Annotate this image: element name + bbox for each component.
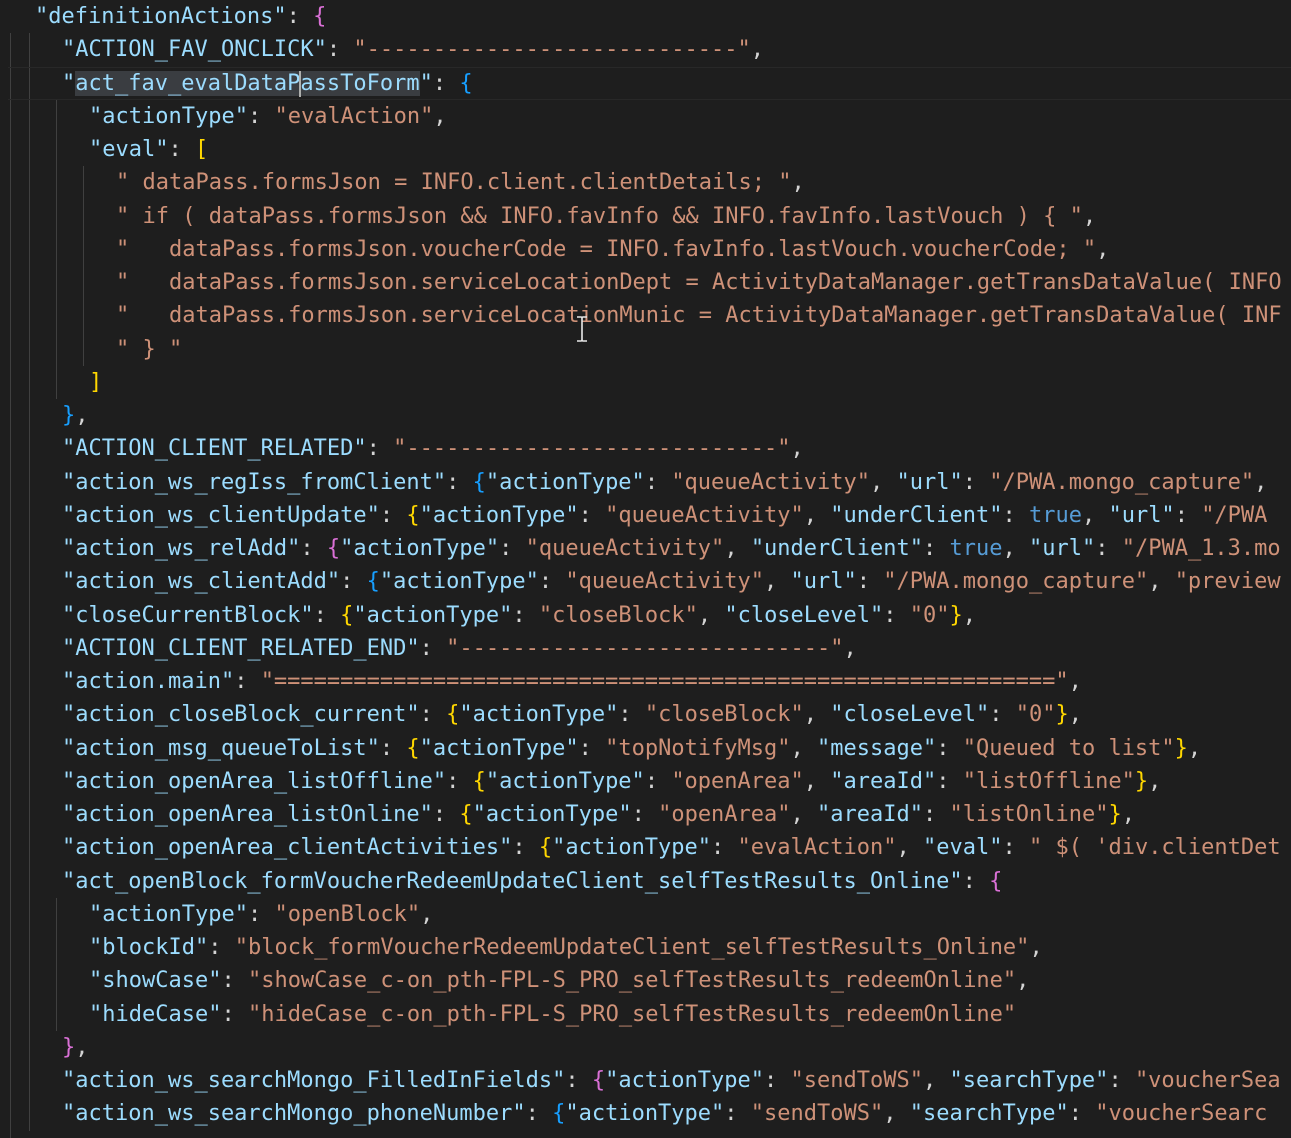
code-line[interactable]: " } " bbox=[116, 333, 182, 366]
code-line[interactable]: }, bbox=[62, 1031, 89, 1064]
code-line[interactable]: "closeCurrentBlock": {"actionType": "clo… bbox=[62, 599, 976, 632]
code-line[interactable]: ] bbox=[89, 366, 102, 399]
indent-guide bbox=[56, 99, 57, 399]
text-cursor-icon bbox=[577, 316, 587, 342]
code-line[interactable]: "action.main": "========================… bbox=[62, 665, 1082, 698]
indent-guide bbox=[83, 166, 84, 366]
code-line[interactable]: "act_fav_evalDataPassToForm": { bbox=[62, 67, 473, 100]
code-editor[interactable]: "definitionActions": {"ACTION_FAV_ONCLIC… bbox=[0, 0, 1291, 1138]
indent-guide bbox=[10, 33, 11, 1138]
code-line[interactable]: " dataPass.formsJson.voucherCode = INFO.… bbox=[116, 233, 1109, 266]
indent-guide bbox=[56, 897, 57, 1031]
code-line[interactable]: "action_ws_searchMongo_phoneNumber": {"a… bbox=[62, 1097, 1267, 1130]
code-line[interactable]: " dataPass.formsJson.serviceLocationDept… bbox=[116, 266, 1282, 299]
code-line[interactable]: " if ( dataPass.formsJson && INFO.favInf… bbox=[116, 200, 1096, 233]
code-line[interactable]: "action_closeBlock_current": {"actionTyp… bbox=[62, 698, 1082, 731]
code-line[interactable]: "action_ws_clientAdd": {"actionType": "q… bbox=[62, 565, 1281, 598]
code-line[interactable]: "showCase": "showCase_c-on_pth-FPL-S_PRO… bbox=[89, 964, 1029, 997]
code-line[interactable]: "blockId": "block_formVoucherRedeemUpdat… bbox=[89, 931, 1043, 964]
code-line[interactable]: "act_openBlock_formVoucherRedeemUpdateCl… bbox=[62, 865, 1002, 898]
code-line[interactable]: "hideCase": "hideCase_c-on_pth-FPL-S_PRO… bbox=[89, 998, 1016, 1031]
code-line[interactable]: "action_openArea_listOffline": {"actionT… bbox=[62, 765, 1161, 798]
code-line[interactable]: "action_ws_clientUpdate": {"actionType":… bbox=[62, 499, 1267, 532]
code-line[interactable]: "actionType": "openBlock", bbox=[89, 898, 433, 931]
code-line[interactable]: }, bbox=[62, 399, 89, 432]
code-line[interactable]: "action_ws_searchMongo_FilledInFields": … bbox=[62, 1064, 1281, 1097]
code-line[interactable]: "eval": [ bbox=[89, 133, 208, 166]
code-line[interactable]: "action_openArea_listOnline": {"actionTy… bbox=[62, 798, 1135, 831]
code-line[interactable]: "actionType": "evalAction", bbox=[89, 100, 447, 133]
code-line[interactable]: " dataPass.formsJson.serviceLocationMuni… bbox=[116, 299, 1282, 332]
code-line[interactable]: "ACTION_CLIENT_RELATED": "--------------… bbox=[62, 432, 804, 465]
code-line[interactable]: "ACTION_FAV_ONCLICK": "-----------------… bbox=[62, 33, 764, 66]
code-line[interactable]: "action_openArea_clientActivities": {"ac… bbox=[62, 831, 1281, 864]
code-line[interactable]: " dataPass.formsJson = INFO.client.clien… bbox=[116, 166, 805, 199]
indent-guide bbox=[29, 33, 30, 1131]
code-line[interactable]: "ACTION_CLIENT_RELATED_END": "----------… bbox=[62, 632, 857, 665]
code-line[interactable]: "action_ws_regIss_fromClient": {"actionT… bbox=[62, 466, 1267, 499]
code-line[interactable]: "definitionActions": { bbox=[35, 0, 326, 33]
code-line[interactable]: "action_msg_queueToList": {"actionType":… bbox=[62, 732, 1201, 765]
code-line[interactable]: "action_ws_relAdd": {"actionType": "queu… bbox=[62, 532, 1281, 565]
